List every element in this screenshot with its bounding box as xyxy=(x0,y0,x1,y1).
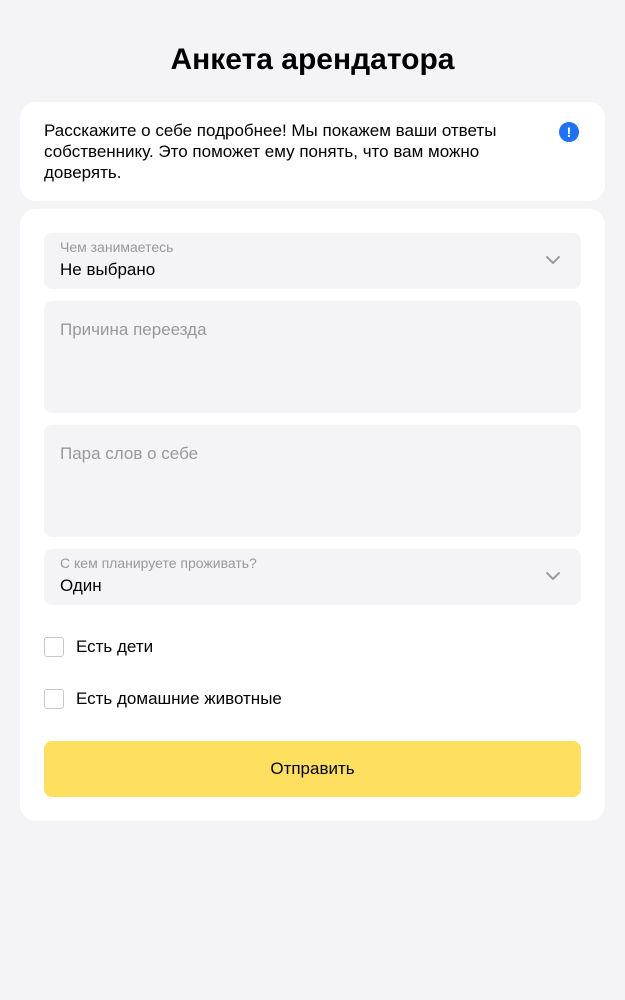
relocation-reason-input[interactable] xyxy=(44,301,581,413)
has-children-row[interactable]: Есть дети xyxy=(44,636,153,658)
relocation-reason-field xyxy=(44,301,581,413)
page-title: Анкета арендатора xyxy=(170,43,455,76)
info-card: Расскажите о себе подробнее! Мы покажем … xyxy=(20,102,605,201)
about-input[interactable] xyxy=(44,425,581,537)
info-text: Расскажите о себе подробнее! Мы покажем … xyxy=(44,121,497,182)
page: Анкета арендатора Расскажите о себе подр… xyxy=(0,0,625,1000)
exclamation-icon[interactable]: ! xyxy=(559,122,579,142)
chevron-down-icon xyxy=(546,572,560,580)
tenant-form: Чем занимаетесь Не выбрано С кем планиру… xyxy=(20,209,605,821)
about-field xyxy=(44,425,581,537)
has-children-checkbox[interactable] xyxy=(44,637,64,657)
cohabitants-select[interactable]: С кем планируете проживать? Один xyxy=(44,549,581,605)
cohabitants-value: Один xyxy=(60,576,102,595)
occupation-value: Не выбрано xyxy=(60,260,156,279)
has-pets-row[interactable]: Есть домашние животные xyxy=(44,688,282,710)
has-children-label: Есть дети xyxy=(76,637,154,656)
occupation-label: Чем занимаетесь xyxy=(60,239,174,255)
cohabitants-label: С кем планируете проживать? xyxy=(60,555,257,571)
has-pets-checkbox[interactable] xyxy=(44,689,64,709)
submit-button[interactable]: Отправить xyxy=(44,741,581,797)
occupation-select[interactable]: Чем занимаетесь Не выбрано xyxy=(44,233,581,289)
chevron-down-icon xyxy=(546,256,560,264)
has-pets-label: Есть домашние животные xyxy=(76,689,282,708)
